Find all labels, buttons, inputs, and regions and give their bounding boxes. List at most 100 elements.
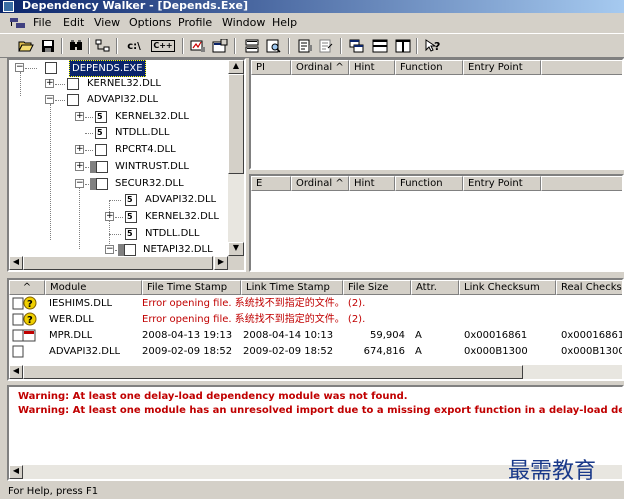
file-time-stamp: 2008-04-13 19:13 bbox=[142, 330, 233, 341]
menu-bar: File Edit View Options Profile Window He… bbox=[0, 13, 624, 33]
tree-vertical-scrollbar[interactable]: ▲ ▼ bbox=[228, 60, 244, 256]
column-header-sort[interactable]: ^ bbox=[9, 280, 45, 295]
scroll-up-arrow-icon[interactable]: ▲ bbox=[228, 60, 244, 74]
collapse-icon[interactable]: − bbox=[75, 179, 84, 188]
column-header-function[interactable]: Function bbox=[395, 60, 463, 75]
column-header-file-time-stamp[interactable]: File Time Stamp bbox=[142, 280, 241, 295]
system-menu-icon[interactable] bbox=[10, 17, 26, 29]
module-list-pane[interactable]: ^ Module File Time Stamp Link Time Stamp… bbox=[7, 278, 624, 381]
scroll-down-arrow-icon[interactable]: ▼ bbox=[228, 242, 244, 256]
column-header-e[interactable]: E bbox=[251, 176, 291, 191]
column-header-hint[interactable]: Hint bbox=[349, 60, 395, 75]
link-time-stamp: 2009-02-09 18:52 bbox=[243, 346, 334, 357]
menu-profile[interactable]: Profile bbox=[178, 16, 212, 29]
expand-icon[interactable]: + bbox=[75, 145, 84, 154]
module-icon bbox=[96, 161, 108, 173]
module-list-horizontal-scrollbar[interactable]: ◀ bbox=[9, 365, 622, 379]
find-icon[interactable] bbox=[66, 37, 85, 55]
cascade-icon[interactable] bbox=[347, 37, 366, 55]
column-header-file-size[interactable]: File Size bbox=[343, 280, 411, 295]
column-header-entry-point[interactable]: Entry Point bbox=[463, 60, 541, 75]
parent-imports-pane[interactable]: PI Ordinal ^ Hint Function Entry Point bbox=[249, 58, 624, 170]
tree-item-label: RPCRT4.DLL bbox=[115, 144, 176, 155]
scroll-left-arrow-icon[interactable]: ◀ bbox=[9, 465, 23, 479]
scrollbar-thumb[interactable] bbox=[23, 365, 523, 379]
module-icon bbox=[67, 78, 79, 90]
link-checksum: 0x00016861 bbox=[464, 330, 528, 341]
column-header-attr[interactable]: Attr. bbox=[411, 280, 459, 295]
module-icon bbox=[96, 178, 108, 190]
menu-view[interactable]: View bbox=[94, 16, 120, 29]
module-icon: 5 bbox=[125, 194, 137, 206]
link-time-stamp: 2008-04-14 10:13 bbox=[243, 330, 334, 341]
scrollbar-thumb[interactable] bbox=[228, 74, 244, 174]
exports-icon[interactable] bbox=[316, 37, 335, 55]
menu-file[interactable]: File bbox=[33, 16, 51, 29]
exports-pane[interactable]: E Ordinal ^ Hint Function Entry Point bbox=[249, 174, 624, 272]
column-header-module[interactable]: Module bbox=[45, 280, 142, 295]
tile-vertical-icon[interactable] bbox=[393, 37, 412, 55]
scroll-left-arrow-icon[interactable]: ◀ bbox=[9, 365, 23, 379]
menu-edit[interactable]: Edit bbox=[63, 16, 84, 29]
module-icon: 5 bbox=[125, 211, 137, 223]
module-tree-pane[interactable]: − DEPENDS.EXE + KERNEL32.DLL − ADVAPI32.… bbox=[7, 58, 246, 272]
expand-icon[interactable]: + bbox=[45, 79, 54, 88]
functions-icon[interactable] bbox=[295, 37, 314, 55]
column-header-entry-point[interactable]: Entry Point bbox=[463, 176, 541, 191]
expand-icon[interactable]: + bbox=[105, 212, 114, 221]
real-checksum: 0x00016861 bbox=[561, 330, 624, 341]
menu-window[interactable]: Window bbox=[222, 16, 265, 29]
module-icon bbox=[124, 244, 136, 256]
hierarchy-icon[interactable] bbox=[93, 37, 112, 55]
tree-horizontal-scrollbar[interactable]: ◀ ▶ bbox=[9, 256, 228, 270]
column-header-pi[interactable]: PI bbox=[251, 60, 291, 75]
menu-options[interactable]: Options bbox=[129, 16, 171, 29]
view-modules-icon[interactable] bbox=[242, 37, 261, 55]
tile-horizontal-icon[interactable] bbox=[370, 37, 389, 55]
column-header-function[interactable]: Function bbox=[395, 176, 463, 191]
module-name: WER.DLL bbox=[49, 314, 94, 325]
file-size: 674,816 bbox=[363, 346, 405, 357]
tree-item-label: ADVAPI32.DLL bbox=[87, 94, 159, 105]
column-header-filler bbox=[541, 176, 622, 191]
file-size: 59,904 bbox=[370, 330, 405, 341]
tree-item-label: WINTRUST.DLL bbox=[115, 161, 189, 172]
full-paths-button[interactable]: c:\ bbox=[122, 37, 146, 55]
module-icon: 5 bbox=[125, 228, 137, 240]
module-status-icon bbox=[9, 344, 45, 359]
column-header-link-checksum[interactable]: Link Checksum bbox=[459, 280, 556, 295]
column-header-filler bbox=[541, 60, 622, 75]
tree-item-label: KERNEL32.DLL bbox=[145, 211, 219, 222]
log-warning-line: Warning: At least one delay-load depende… bbox=[18, 391, 408, 402]
attributes: A bbox=[415, 346, 422, 357]
view-search-icon[interactable] bbox=[264, 37, 283, 55]
tree-item-label: KERNEL32.DLL bbox=[87, 78, 161, 89]
context-help-icon[interactable]: ? bbox=[423, 37, 442, 55]
module-icon bbox=[45, 62, 57, 74]
column-header-ordinal[interactable]: Ordinal ^ bbox=[291, 176, 349, 191]
scroll-left-arrow-icon[interactable]: ◀ bbox=[9, 256, 23, 270]
module-name: IESHIMS.DLL bbox=[49, 298, 113, 309]
collapse-icon[interactable]: − bbox=[45, 95, 54, 104]
scroll-right-arrow-icon[interactable]: ▶ bbox=[214, 256, 228, 270]
profile-icon[interactable] bbox=[188, 37, 207, 55]
undecorate-cpp-button[interactable]: C++ bbox=[150, 37, 176, 55]
open-icon[interactable] bbox=[16, 37, 35, 55]
log-warning-line: Warning: At least one module has an unre… bbox=[18, 405, 624, 416]
column-header-ordinal[interactable]: Ordinal ^ bbox=[291, 60, 349, 75]
properties-icon[interactable] bbox=[210, 37, 229, 55]
svg-text:?: ? bbox=[27, 315, 33, 326]
save-icon[interactable] bbox=[38, 37, 57, 55]
expand-icon[interactable]: + bbox=[75, 112, 84, 121]
collapse-icon[interactable]: − bbox=[15, 63, 24, 72]
expand-icon[interactable]: + bbox=[75, 162, 84, 171]
scrollbar-thumb[interactable] bbox=[23, 256, 213, 270]
tree-item-label: DEPENDS.EXE bbox=[69, 60, 146, 77]
collapse-icon[interactable]: − bbox=[105, 245, 114, 254]
module-status-icon: ? bbox=[9, 312, 45, 327]
module-status-icon: ? bbox=[9, 296, 45, 311]
menu-help[interactable]: Help bbox=[272, 16, 297, 29]
column-header-hint[interactable]: Hint bbox=[349, 176, 395, 191]
column-header-real-checksum[interactable]: Real Checksum bbox=[556, 280, 622, 295]
column-header-link-time-stamp[interactable]: Link Time Stamp bbox=[241, 280, 343, 295]
